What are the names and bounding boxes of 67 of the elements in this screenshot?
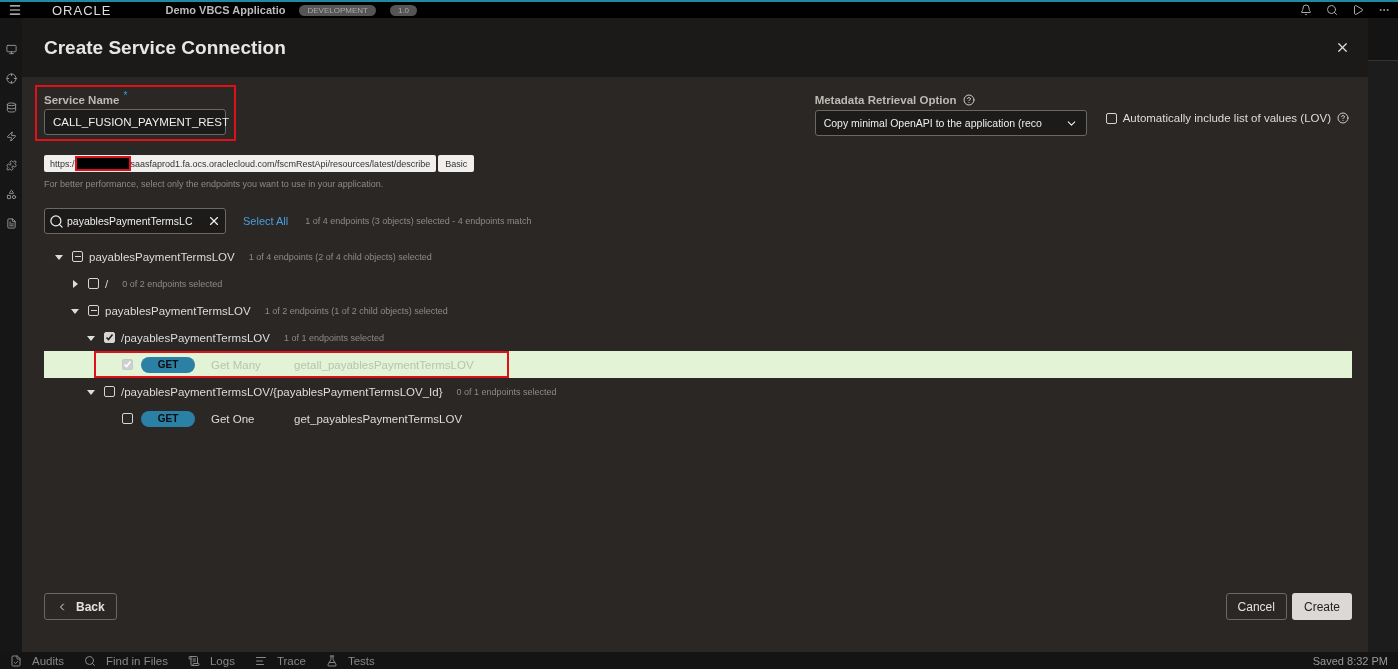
node-label: /payablesPaymentTermsLOV/{payablesPaymentTermsLOV_Id} [121,385,443,398]
play-icon[interactable] [1352,4,1364,16]
puzzle-icon[interactable] [5,160,17,171]
match-summary: 1 of 4 endpoints (3 objects) selected - 4 endpoints match [305,216,532,226]
search-icon [49,213,64,229]
target-icon[interactable] [5,73,17,84]
database-icon[interactable] [5,102,17,113]
app-title: Demo VBCS Applicatio [165,4,286,16]
help-icon[interactable] [962,94,975,106]
clear-icon[interactable] [207,214,221,228]
checkbox[interactable] [72,251,83,262]
field-label: Metadata Retrieval Option [814,94,957,106]
shapes-icon[interactable] [5,189,17,200]
search-icon [83,654,96,667]
lightning-icon[interactable] [5,131,17,142]
back-button[interactable]: Back [44,593,117,620]
node-summary: 0 of 2 endpoints selected [122,278,223,289]
cancel-button[interactable]: Cancel [1225,593,1287,620]
node-summary: 0 of 1 endpoints selected [456,386,557,397]
url-field: https:/ saasfaprod1.fa.ocs.oraclecloud.com/fscmRestApi/resources/latest/describe [44,155,437,172]
search-field[interactable]: payablesPaymentTermsLC [44,208,226,234]
dropdown[interactable]: Copy minimal OpenAPI to the application (reco [814,110,1087,136]
search-icon[interactable] [1326,4,1338,16]
status-tab[interactable]: Find in Files [83,654,168,667]
bell-icon[interactable] [1300,4,1312,16]
flask-icon [325,654,338,667]
checkbox[interactable] [1105,112,1117,124]
status-tab[interactable]: Logs [187,654,235,667]
checkbox[interactable] [88,305,99,316]
monitor-icon[interactable] [5,44,17,55]
menu-icon[interactable] [8,3,22,17]
file-icon [187,654,200,667]
badge: DEVELOPMENT [299,4,376,16]
node-label: / [105,277,109,290]
checkbox[interactable] [122,413,133,424]
file-check-icon [10,654,22,667]
lines-icon [254,654,267,667]
node-summary: 1 of 4 endpoints (2 of 4 child objects) selected [248,251,432,262]
status-tab[interactable]: Tests [325,654,375,667]
field-label: Service Name [44,94,120,106]
required-mark: * [123,90,128,101]
saved-status: Saved 8:32 PM [1312,654,1388,667]
node-label: payablesPaymentTermsLOV [105,304,251,317]
help-icon[interactable] [1337,112,1349,124]
operation-id: get_payablesPaymentTermsLOV [294,412,463,425]
method-badge: GET [141,356,195,373]
node-summary: 1 of 1 endpoints selected [283,332,384,343]
select-all-link[interactable]: Select All [243,215,289,227]
create-button[interactable]: Create [1291,593,1352,620]
dialog-title: Create Service Connection [44,36,286,59]
auth-chip: Basic [438,155,475,172]
endpoint-name: Get One [211,412,256,425]
checkbox[interactable] [88,278,99,289]
status-tab[interactable]: Audits [10,654,64,667]
node-label: payablesPaymentTermsLOV [89,250,235,263]
checkbox[interactable] [104,332,115,343]
checkbox[interactable] [104,386,115,397]
logo: ORACLE [52,2,112,18]
method-badge: GET [141,410,195,427]
checkbox-label: Automatically include list of values (LOV) [1122,112,1331,124]
node-summary: 1 of 2 endpoints (1 of 2 child objects) selected [264,305,448,316]
badge: 1.0 [389,4,418,16]
node-label: /payablesPaymentTermsLOV [121,331,270,344]
file-icon[interactable] [5,218,17,229]
status-tab[interactable]: Trace [254,654,306,667]
hint-text: For better performance, select only the endpoints you want to use in your application. [44,179,385,189]
close-icon [1335,40,1350,55]
